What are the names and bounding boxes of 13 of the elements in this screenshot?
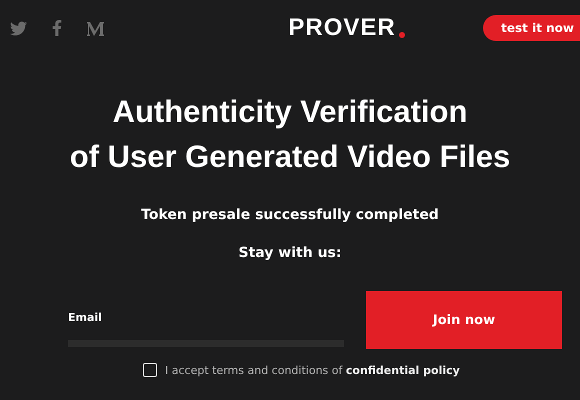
logo-text: PROVER xyxy=(288,14,396,42)
dot-icon xyxy=(398,32,405,38)
checkbox[interactable] xyxy=(143,363,157,377)
test-button[interactable]: test it now xyxy=(483,15,580,41)
consent-text: I accept terms and conditions of confidential policy xyxy=(165,364,460,376)
medium-icon[interactable] xyxy=(87,20,104,36)
prompt-text: Stay with us: xyxy=(238,245,342,261)
subtitle: Token presale successfully completed xyxy=(141,207,439,223)
headline: Authenticity Verification xyxy=(112,93,468,131)
headline: of User Generated Video Files xyxy=(70,138,510,176)
join-button[interactable]: Join now xyxy=(366,291,562,349)
email-label: Email xyxy=(68,311,103,324)
twitter-icon[interactable] xyxy=(10,20,27,36)
